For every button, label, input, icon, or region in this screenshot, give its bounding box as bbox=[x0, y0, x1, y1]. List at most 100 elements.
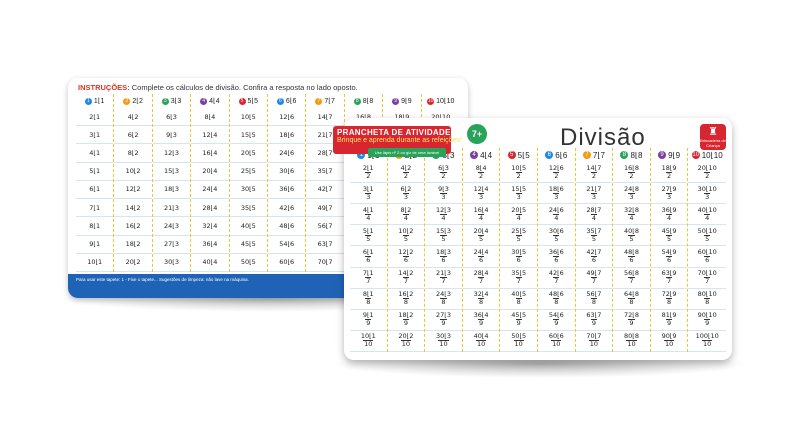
division-problem: 12⌊6 bbox=[548, 163, 564, 172]
division-problem: 48⌊8 bbox=[624, 247, 639, 256]
division-problem: 4⌊1 bbox=[362, 205, 374, 214]
division-quotient: 3 bbox=[515, 192, 522, 201]
instructions-label: INSTRUÇÕES: bbox=[78, 83, 130, 92]
division-problem: 6⌊3 bbox=[438, 163, 449, 172]
division-quotient: 4 bbox=[402, 213, 409, 222]
division-problem: 56⌊7 bbox=[586, 290, 602, 299]
division-answer-cell: 28⌊4 7 bbox=[462, 268, 500, 289]
division-problem: 100⌊10 bbox=[695, 332, 719, 341]
division-problem: 48⌊6 bbox=[548, 290, 564, 299]
column-header: 9 9⌊9 bbox=[383, 94, 420, 108]
division-quotient: 3 bbox=[365, 192, 372, 201]
division-answer-cell: 70⌊10 7 bbox=[688, 268, 726, 289]
division-cell: 9⌊1 bbox=[76, 236, 114, 254]
division-answer-cell: 9⌊1 9 bbox=[350, 310, 387, 331]
division-problem: 50⌊10 bbox=[697, 226, 717, 235]
division-problem: 54⌊6 bbox=[548, 311, 564, 320]
division-quotient: 3 bbox=[402, 192, 409, 201]
crayon-tag: Use lápis nº 2 ou giz de cera lavável bbox=[368, 148, 446, 157]
division-answer-cell: 72⌊9 8 bbox=[650, 289, 688, 310]
division-quotient: 8 bbox=[402, 298, 409, 307]
division-answer-cell: 72⌊8 9 bbox=[613, 310, 650, 331]
division-answer-cell: 50⌊5 10 bbox=[500, 331, 537, 352]
division-answer-cell: 12⌊4 3 bbox=[462, 183, 500, 205]
division-problem: 10⌊1 bbox=[360, 332, 376, 341]
division-quotient: 10 bbox=[588, 340, 600, 349]
division-answer-cell: 36⌊4 9 bbox=[462, 310, 500, 331]
instructions: INSTRUÇÕES: Complete os cálculos de divi… bbox=[78, 83, 358, 92]
division-answer-cell: 40⌊5 8 bbox=[500, 289, 537, 310]
division-column: 22⌊24⌊226⌊238⌊2410⌊2512⌊2614⌊2716⌊2818⌊2… bbox=[387, 148, 426, 352]
division-quotient: 7 bbox=[666, 277, 673, 286]
division-quotient: 3 bbox=[478, 192, 485, 201]
column-header-division: 2⌊2 bbox=[132, 98, 143, 105]
division-quotient: 10 bbox=[475, 340, 487, 349]
division-answer-cell: 21⌊7 3 bbox=[575, 183, 613, 205]
division-quotient: 6 bbox=[440, 255, 447, 264]
division-cell: 35⌊7 bbox=[306, 163, 344, 181]
division-quotient: 8 bbox=[553, 298, 560, 307]
division-answer-cell: 12⌊3 4 bbox=[425, 204, 462, 226]
division-cell: 6⌊1 bbox=[76, 181, 114, 200]
division-column: 4 4⌊4 8⌊4 12⌊4 16⌊4 20⌊4 24⌊4 28⌊4 32⌊4 36⌊4 40⌊4 bbox=[191, 94, 230, 272]
division-cell: 7⌊1 bbox=[76, 199, 114, 218]
division-quotient: 5 bbox=[590, 234, 597, 243]
division-quotient: 8 bbox=[478, 298, 485, 307]
division-cell: 16⌊2 bbox=[114, 217, 152, 236]
age-badge: 7+ bbox=[467, 124, 487, 144]
division-quotient: 10 bbox=[663, 340, 675, 349]
division-quotient: 5 bbox=[440, 234, 447, 243]
division-column: 2 2⌊2 4⌊2 6⌊2 8⌊2 10⌊2 12⌊2 14⌊2 16⌊2 18⌊2 20⌊2 bbox=[114, 94, 153, 272]
division-problem: 20⌊10 bbox=[697, 163, 717, 172]
division-problem: 30⌊10 bbox=[697, 184, 717, 193]
division-answer-cell: 63⌊9 7 bbox=[650, 268, 688, 289]
division-problem: 30⌊3 bbox=[436, 332, 451, 341]
division-problem: 10⌊5 bbox=[511, 163, 527, 172]
division-problem: 24⌊8 bbox=[624, 184, 639, 193]
division-quotient: 7 bbox=[402, 277, 409, 286]
division-answer-cell: 27⌊3 9 bbox=[425, 310, 462, 331]
number-dot: 10 bbox=[691, 151, 700, 159]
division-quotient: 8 bbox=[704, 298, 711, 307]
division-answer-cell: 12⌊6 2 bbox=[537, 162, 575, 184]
number-dot: 6 bbox=[276, 97, 284, 105]
column-header: 6 6⌊6 bbox=[268, 94, 305, 108]
division-cell: 18⌊6 bbox=[268, 126, 306, 145]
division-problem: 40⌊5 bbox=[511, 290, 527, 299]
division-cell: 18⌊2 bbox=[114, 236, 152, 254]
division-answer-cell: 42⌊6 7 bbox=[537, 268, 575, 289]
division-column: 5 5⌊5 10⌊5 2 15⌊5 3 20⌊5 4 25⌊5 5 30⌊5 6 35⌊5 7 40⌊5 8 4… bbox=[500, 148, 538, 352]
column-header-division: 9⌊9 bbox=[401, 98, 412, 105]
division-cell: 10⌊1 bbox=[76, 254, 114, 272]
division-answer-cell: 16⌊2 8 bbox=[387, 289, 425, 310]
division-problem: 72⌊8 bbox=[624, 311, 639, 320]
division-cell: 8⌊1 bbox=[76, 217, 114, 236]
division-answer-cell: 35⌊5 7 bbox=[500, 268, 537, 289]
division-quotient: 6 bbox=[704, 255, 711, 264]
division-cell: 42⌊6 bbox=[268, 199, 306, 218]
division-cell: 32⌊4 bbox=[191, 217, 229, 236]
division-problem: 64⌊8 bbox=[624, 290, 639, 299]
division-answer-cell: 80⌊10 8 bbox=[688, 289, 726, 310]
division-quotient: 5 bbox=[365, 234, 372, 243]
division-answer-cell: 90⌊10 9 bbox=[688, 310, 726, 331]
column-header: 4 4⌊4 bbox=[463, 148, 500, 162]
division-problem: 24⌊3 bbox=[436, 290, 451, 299]
division-quotient: 2 bbox=[478, 171, 485, 180]
division-quotient: 7 bbox=[704, 277, 711, 286]
division-column: 6 6⌊6 12⌊6 2 18⌊6 3 24⌊6 4 30⌊6 5 36⌊6 6 42⌊6 7 48⌊6 8 5… bbox=[537, 148, 576, 352]
division-answer-cell: 56⌊7 8 bbox=[575, 289, 613, 310]
division-quotient: 4 bbox=[666, 213, 673, 222]
division-quotient: 10 bbox=[363, 340, 374, 349]
division-problem: 10⌊2 bbox=[398, 226, 414, 235]
column-header-division: 6⌊6 bbox=[285, 98, 297, 105]
division-quotient: 4 bbox=[515, 213, 522, 222]
division-cell: 12⌊6 bbox=[268, 108, 306, 127]
number-dot: 8 bbox=[353, 97, 361, 105]
division-quotient: 7 bbox=[590, 277, 597, 286]
front-division-grid: 11⌊12⌊123⌊134⌊145⌊156⌊167⌊178⌊189⌊1910⌊1… bbox=[350, 148, 726, 352]
division-cell: 2⌊1 bbox=[76, 108, 114, 127]
division-cell: 4⌊1 bbox=[76, 144, 114, 163]
division-answer-cell: 30⌊10 3 bbox=[688, 183, 726, 205]
division-quotient: 10 bbox=[438, 340, 449, 349]
